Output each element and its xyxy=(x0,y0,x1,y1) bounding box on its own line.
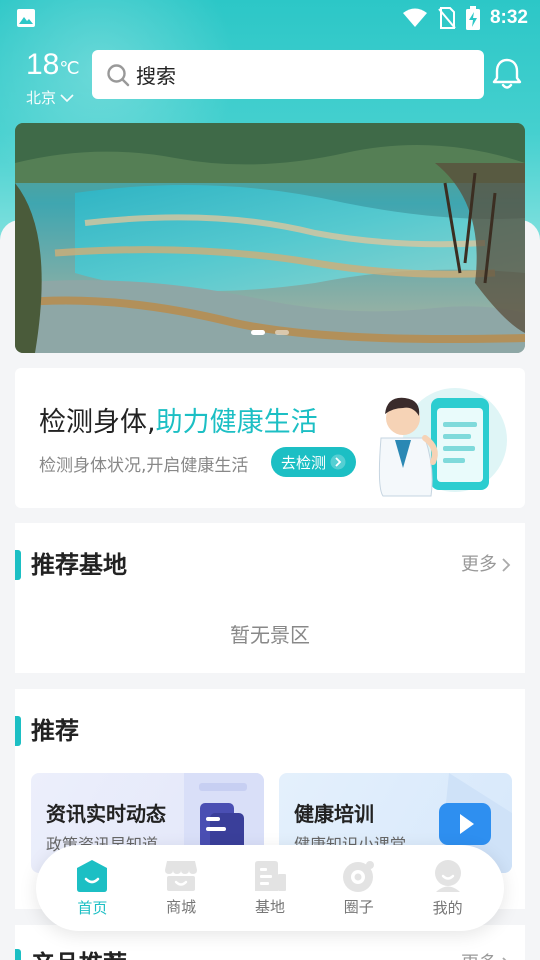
section-title: 推荐 xyxy=(31,717,79,745)
carousel-dots xyxy=(15,330,525,335)
chevron-down-icon xyxy=(60,93,74,102)
section-accent-bar xyxy=(15,716,21,746)
section-accent-bar xyxy=(15,949,21,960)
chevron-right-icon xyxy=(330,454,346,470)
home-icon xyxy=(77,859,108,892)
section-title: 推荐基地 xyxy=(31,551,127,579)
building-icon xyxy=(254,860,286,891)
health-check-title-highlight: 助力健康生活 xyxy=(155,407,318,438)
wifi-icon xyxy=(402,8,427,27)
status-time: 8:32 xyxy=(489,7,528,28)
health-check-subtitle: 检测身体状况,开启健康生活 xyxy=(39,456,249,476)
nav-mall-label: 商城 xyxy=(166,897,197,916)
status-bar: 8:32 xyxy=(0,0,540,36)
temperature-value: 18 xyxy=(26,48,60,81)
more-link[interactable]: 更多 xyxy=(461,949,511,960)
nav-profile[interactable]: 我的 xyxy=(408,859,488,918)
start-check-label: 去检测 xyxy=(281,453,327,472)
nav-base[interactable]: 基地 xyxy=(230,860,310,917)
more-label: 更多 xyxy=(461,949,497,960)
carousel-dot[interactable] xyxy=(275,330,289,335)
nav-profile-label: 我的 xyxy=(432,898,463,917)
store-icon xyxy=(165,860,198,891)
doctor-illustration xyxy=(378,388,507,497)
temperature-unit: ℃ xyxy=(59,58,80,78)
banner-image xyxy=(15,123,525,353)
circle-camera-icon xyxy=(342,860,374,892)
search-input[interactable]: 搜索 xyxy=(92,50,484,99)
section-header: 产品推荐 更多 xyxy=(15,949,525,960)
bottom-navigation: 首页 商城 基地 圈子 我的 xyxy=(36,845,504,931)
notification-bell-icon[interactable] xyxy=(491,57,523,91)
nav-home-label: 首页 xyxy=(77,898,108,917)
battery-charging-icon xyxy=(465,6,480,30)
more-label: 更多 xyxy=(461,554,497,575)
health-check-title: 检测身体,助力健康生活 xyxy=(39,400,318,439)
empty-state-text: 暂无景区 xyxy=(230,623,310,647)
nav-circle-label: 圈子 xyxy=(343,897,374,916)
city-label: 北京 xyxy=(26,89,57,107)
start-check-button[interactable]: 去检测 xyxy=(271,447,357,477)
nav-mall[interactable]: 商城 xyxy=(141,860,221,917)
section-accent-bar xyxy=(15,550,21,580)
section-title: 产品推荐 xyxy=(31,949,127,960)
nav-base-label: 基地 xyxy=(254,897,285,916)
recommended-bases-section: 推荐基地 更多 暂无景区 xyxy=(15,523,525,673)
search-icon xyxy=(107,63,130,86)
profile-icon xyxy=(434,859,461,892)
image-notification-icon xyxy=(17,9,35,27)
temperature: 18℃ xyxy=(26,48,80,85)
section-header: 推荐基地 更多 xyxy=(15,550,525,580)
search-placeholder: 搜索 xyxy=(136,64,176,88)
chevron-right-icon xyxy=(502,957,507,960)
city-selector[interactable]: 北京 xyxy=(26,87,80,108)
weather-widget[interactable]: 18℃ 北京 xyxy=(26,48,80,108)
health-check-title-plain: 检测身体, xyxy=(39,407,156,438)
more-link[interactable]: 更多 xyxy=(461,550,511,580)
no-sim-icon xyxy=(438,7,456,29)
nav-home[interactable]: 首页 xyxy=(52,859,132,918)
banner-carousel[interactable] xyxy=(15,123,525,353)
chevron-right-icon xyxy=(502,558,511,572)
section-header: 推荐 xyxy=(15,716,525,746)
carousel-dot-active[interactable] xyxy=(251,330,265,335)
news-card-title: 资讯实时动态 xyxy=(46,802,166,826)
training-card-title: 健康培训 xyxy=(294,802,374,826)
health-check-card[interactable]: 检测身体,助力健康生活 检测身体状况,开启健康生活 去检测 xyxy=(15,368,525,508)
nav-circle[interactable]: 圈子 xyxy=(319,860,399,917)
